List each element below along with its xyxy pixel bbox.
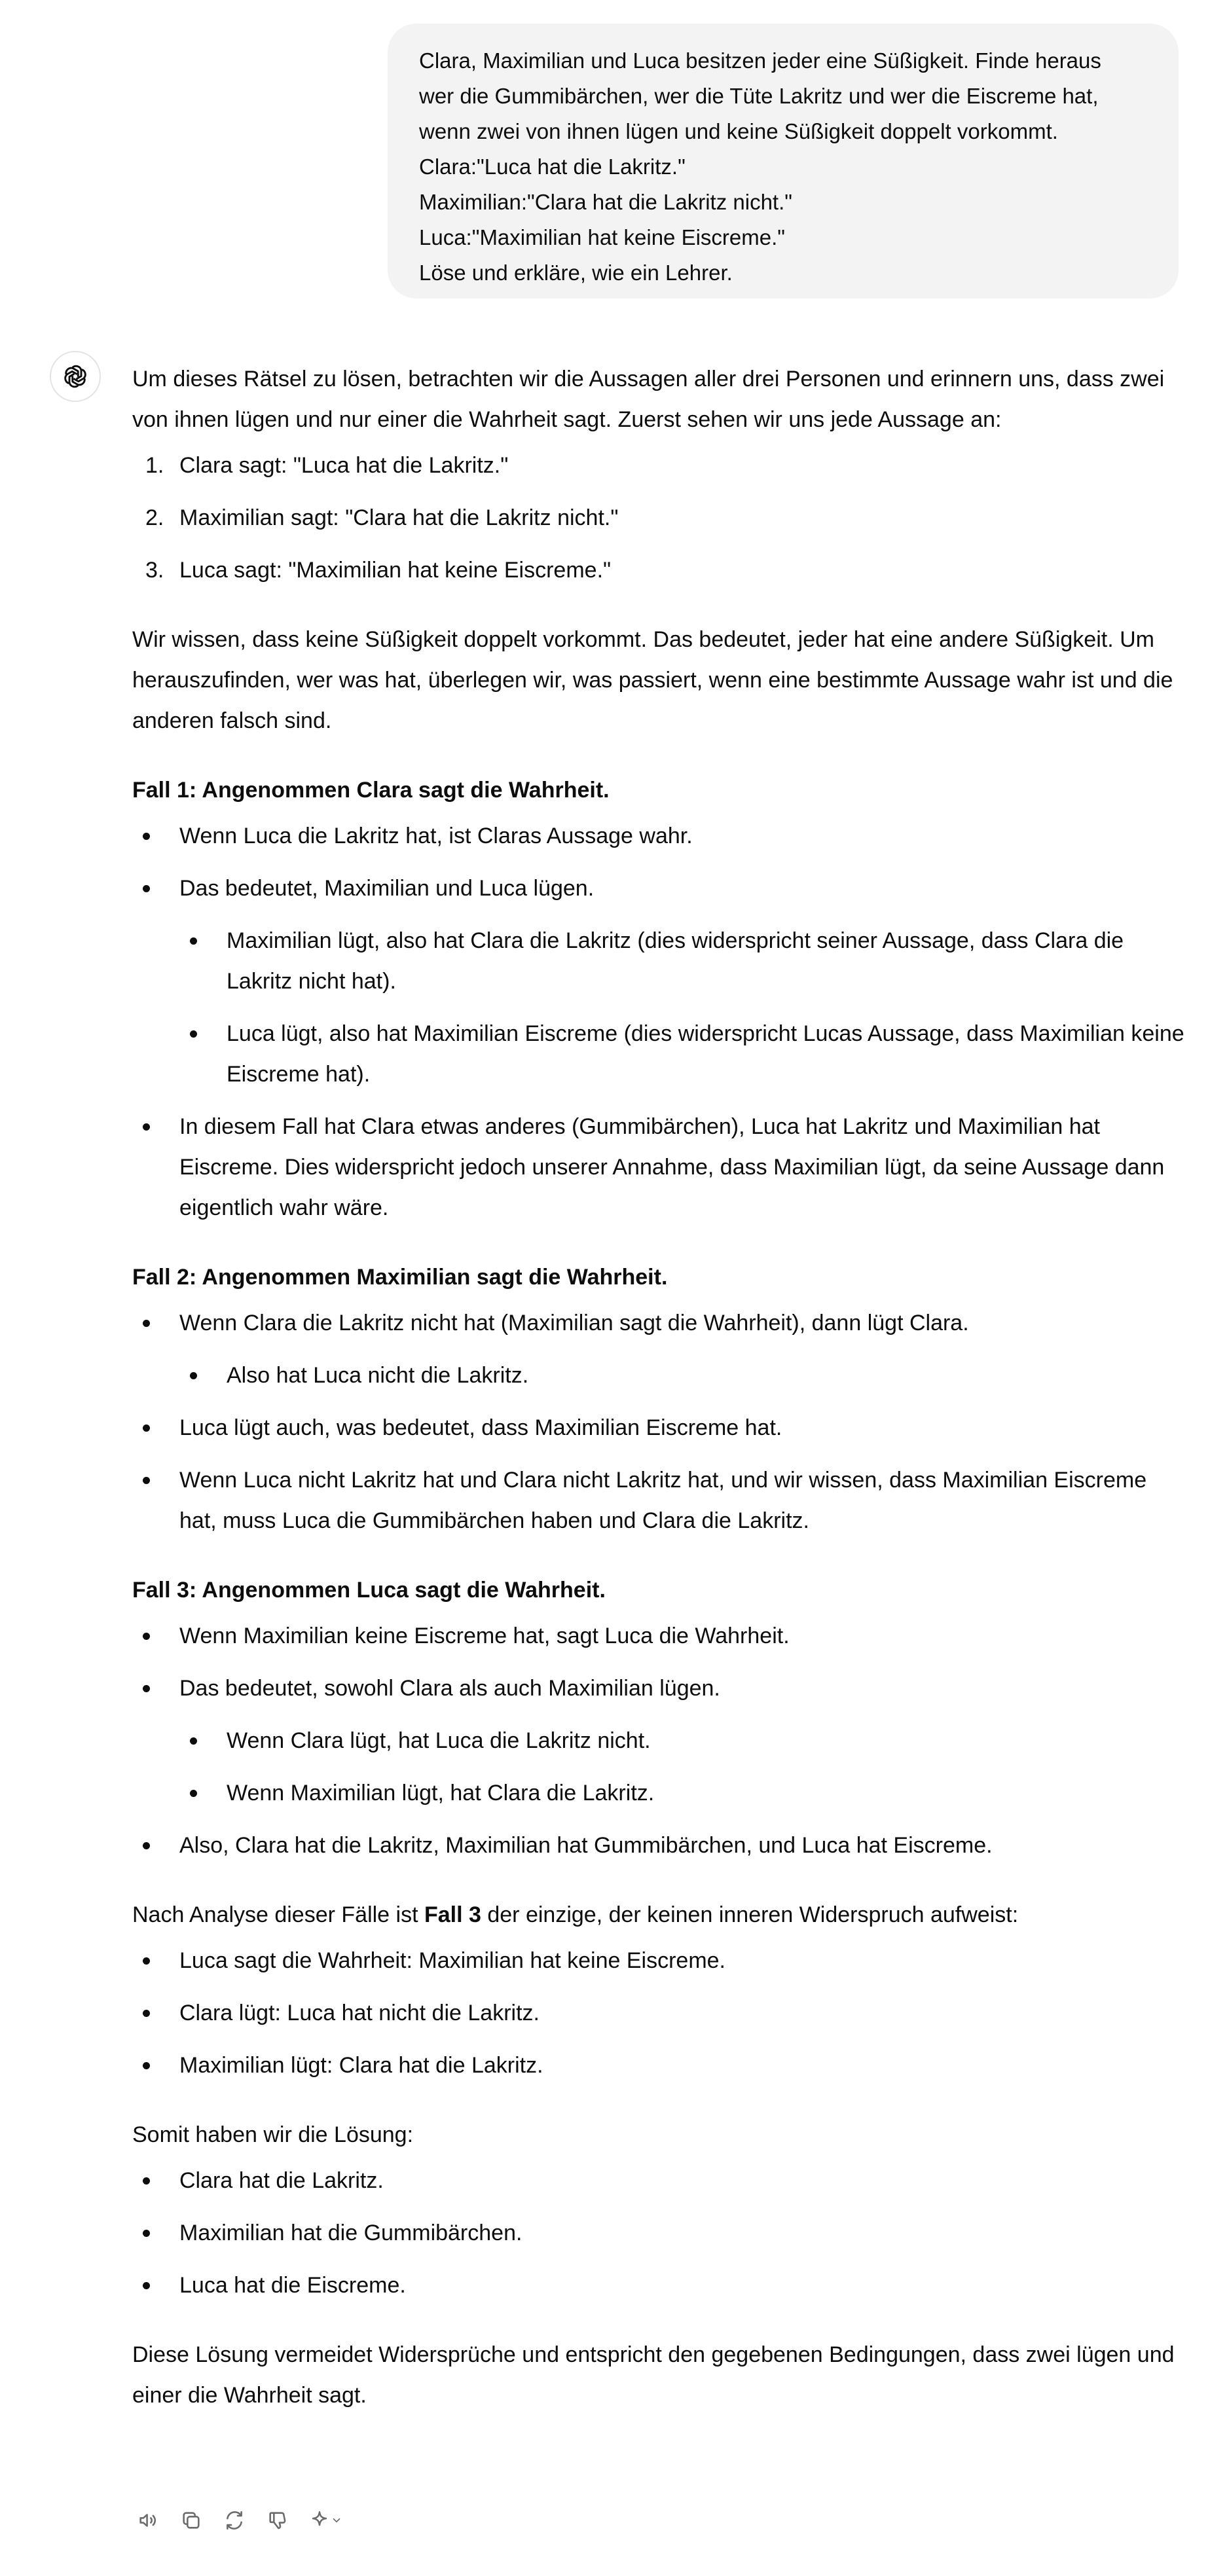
chevron-down-icon: [333, 2518, 340, 2523]
list-item: Clara lügt: Luca hat nicht die Lakritz.: [132, 1993, 1186, 2033]
statement-text: Luca sagt: "Maximilian hat keine Eiscrem…: [179, 558, 612, 583]
analysis-paragraph: Nach Analyse dieser Fälle ist Fall 3 der…: [132, 1895, 1186, 1935]
user-message-line: wenn zwei von ihnen lügen und keine Süßi…: [419, 119, 1058, 143]
list-item: 1. Clara sagt: "Luca hat die Lakritz.": [132, 445, 1186, 486]
list-item: In diesem Fall hat Clara etwas anderes (…: [132, 1106, 1186, 1228]
list-item-text: Das bedeutet, Maximilian und Luca lügen.: [179, 876, 595, 901]
list-item: Maximilian hat die Gummibärchen.: [132, 2213, 1186, 2253]
list-item: 3. Luca sagt: "Maximilian hat keine Eisc…: [132, 550, 1186, 590]
list-number: 1.: [145, 453, 164, 478]
refresh-icon: [227, 2511, 242, 2530]
sparkle-icon: [312, 2511, 327, 2526]
user-message-line: Luca:"Maximilian hat keine Eiscreme.": [419, 225, 785, 249]
list-item: Luca lügt auch, was bedeutet, dass Maxim…: [132, 1407, 1186, 1448]
list-item: Maximilian lügt, also hat Clara die Lakr…: [179, 920, 1186, 1002]
list-item: Das bedeutet, sowohl Clara als auch Maxi…: [132, 1668, 1186, 1813]
intro-paragraph: Um dieses Rätsel zu lösen, betrachten wi…: [132, 367, 1165, 432]
list-item: 2. Maximilian sagt: "Clara hat die Lakri…: [132, 498, 1186, 538]
conclusion-paragraph: Diese Lösung vermeidet Widersprüche und …: [132, 2342, 1175, 2408]
analysis-list: Luca sagt die Wahrheit: Maximilian hat k…: [132, 1940, 1186, 2086]
list-item: Luca sagt die Wahrheit: Maximilian hat k…: [132, 1940, 1186, 1981]
list-item: Wenn Clara lügt, hat Luca die Lakritz ni…: [179, 1720, 1186, 1761]
list-item: Wenn Clara die Lakritz nicht hat (Maximi…: [132, 1303, 1186, 1396]
case-2-sublist: Also hat Luca nicht die Lakritz.: [179, 1355, 1186, 1396]
user-message-line: Löse und erkläre, wie ein Lehrer.: [419, 261, 733, 285]
analysis-text-bold: Fall 3: [424, 1902, 481, 1927]
case-3-sublist: Wenn Clara lügt, hat Luca die Lakritz ni…: [179, 1720, 1186, 1813]
list-item: Wenn Luca nicht Lakritz hat und Clara ni…: [132, 1460, 1186, 1541]
list-item-text: Das bedeutet, sowohl Clara als auch Maxi…: [179, 1676, 720, 1701]
case-2-heading: Fall 2: Angenommen Maximilian sagt die W…: [132, 1265, 668, 1290]
list-item: Also hat Luca nicht die Lakritz.: [179, 1355, 1186, 1396]
analysis-text-after: der einzige, der keinen inneren Widerspr…: [481, 1902, 1019, 1927]
thumbs-down-button[interactable]: [262, 2505, 293, 2536]
list-number: 2.: [145, 505, 164, 530]
list-item: Wenn Luca die Lakritz hat, ist Claras Au…: [132, 816, 1186, 856]
user-message-line: Clara:"Luca hat die Lakritz.": [419, 154, 686, 179]
solution-intro: Somit haben wir die Lösung:: [132, 2122, 414, 2147]
user-message-bubble: Clara, Maximilian und Luca besitzen jede…: [388, 24, 1179, 299]
case-2-list: Wenn Clara die Lakritz nicht hat (Maximi…: [132, 1303, 1186, 1541]
case-3-heading: Fall 3: Angenommen Luca sagt die Wahrhei…: [132, 1578, 606, 1603]
thumbs-down-icon: [269, 2512, 286, 2530]
user-message-line: Maximilian:"Clara hat die Lakritz nicht.…: [419, 190, 792, 214]
case-1-heading: Fall 1: Angenommen Clara sagt die Wahrhe…: [132, 778, 610, 803]
case-1-list: Wenn Luca die Lakritz hat, ist Claras Au…: [132, 816, 1186, 1228]
user-message-line: Clara, Maximilian und Luca besitzen jede…: [419, 48, 1101, 73]
copy-button[interactable]: [175, 2505, 207, 2536]
reasoning-paragraph: Wir wissen, dass keine Süßigkeit doppelt…: [132, 627, 1173, 733]
list-item: Luca lügt, also hat Maximilian Eiscreme …: [179, 1013, 1186, 1095]
case-3-list: Wenn Maximilian keine Eiscreme hat, sagt…: [132, 1616, 1186, 1866]
list-item: Luca hat die Eiscreme.: [132, 2265, 1186, 2306]
message-actions: [132, 2501, 346, 2540]
list-item: Maximilian lügt: Clara hat die Lakritz.: [132, 2045, 1186, 2086]
user-message-line: wer die Gummibärchen, wer die Tüte Lakri…: [419, 84, 1099, 108]
openai-logo-icon: [64, 365, 86, 388]
speaker-icon: [139, 2514, 156, 2527]
solution-list: Clara hat die Lakritz. Maximilian hat di…: [132, 2160, 1186, 2306]
case-1-sublist: Maximilian lügt, also hat Clara die Lakr…: [179, 920, 1186, 1095]
list-item: Wenn Maximilian keine Eiscreme hat, sagt…: [132, 1616, 1186, 1656]
list-item: Das bedeutet, Maximilian und Luca lügen.…: [132, 868, 1186, 1095]
read-aloud-button[interactable]: [132, 2505, 164, 2536]
statements-list: 1. Clara sagt: "Luca hat die Lakritz." 2…: [132, 445, 1186, 590]
analysis-text-before: Nach Analyse dieser Fälle ist: [132, 1902, 424, 1927]
regenerate-button[interactable]: [219, 2505, 250, 2536]
list-item: Also, Clara hat die Lakritz, Maximilian …: [132, 1825, 1186, 1866]
list-item-text: Wenn Clara die Lakritz nicht hat (Maximi…: [179, 1311, 969, 1335]
list-item: Wenn Maximilian lügt, hat Clara die Lakr…: [179, 1773, 1186, 1813]
model-switch-button[interactable]: [305, 2505, 346, 2536]
assistant-avatar: [50, 351, 101, 402]
list-item: Clara hat die Lakritz.: [132, 2160, 1186, 2201]
statement-text: Maximilian sagt: "Clara hat die Lakritz …: [179, 505, 619, 530]
assistant-message: Um dieses Rätsel zu lösen, betrachten wi…: [132, 359, 1186, 2416]
copy-icon: [183, 2512, 200, 2529]
list-number: 3.: [145, 558, 164, 583]
statement-text: Clara sagt: "Luca hat die Lakritz.": [179, 453, 509, 478]
